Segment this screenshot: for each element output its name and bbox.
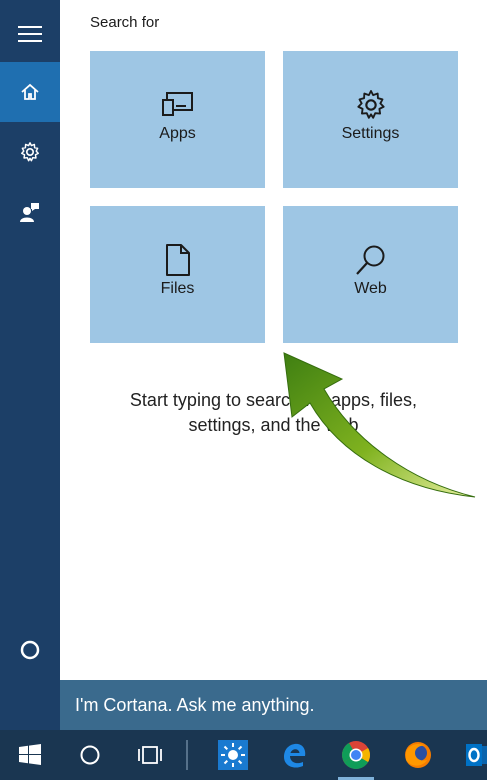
sun-icon (218, 740, 248, 770)
search-box-placeholder: I'm Cortana. Ask me anything. (75, 695, 315, 715)
web-tile-label: Web (354, 280, 387, 297)
home-icon (21, 83, 39, 100)
web-tile[interactable]: Web (283, 206, 458, 343)
edge-button[interactable] (270, 730, 318, 780)
apps-tile-label: Apps (159, 125, 196, 142)
cortana-taskbar-button[interactable] (66, 730, 114, 780)
files-tile-label: Files (160, 280, 195, 297)
taskbar-separator (186, 740, 188, 770)
task-view-icon (138, 746, 162, 764)
task-view-button[interactable] (126, 730, 174, 780)
home-button[interactable] (0, 62, 60, 122)
taskbar (0, 730, 487, 780)
edge-icon (284, 743, 306, 768)
firefox-button[interactable] (394, 730, 442, 780)
files-tile[interactable]: Files (90, 206, 265, 343)
search-for-heading: Search for (90, 14, 160, 31)
apps-icon (161, 92, 193, 116)
gear-icon (21, 142, 39, 162)
cortana-circle-icon (20, 640, 40, 660)
feedback-icon (20, 203, 39, 222)
search-home-panel: Search for Apps Settings Files Web Start… (60, 0, 487, 680)
cortana-circle-icon (80, 745, 100, 765)
weather-app-button[interactable] (209, 730, 257, 780)
chrome-button[interactable] (332, 730, 380, 780)
green-arrow-icon (283, 352, 476, 498)
cortana-button[interactable] (0, 620, 60, 680)
firefox-icon (405, 742, 431, 768)
apps-tile[interactable]: Apps (90, 51, 265, 188)
outlook-button[interactable] (455, 730, 487, 780)
feedback-button[interactable] (0, 182, 60, 242)
cortana-search-box[interactable]: I'm Cortana. Ask me anything. (60, 680, 487, 730)
settings-tile-label: Settings (341, 125, 400, 142)
settings-button[interactable] (0, 122, 60, 182)
outlook-icon (466, 744, 487, 766)
start-button[interactable] (6, 730, 54, 780)
sidebar (0, 0, 60, 730)
settings-tile[interactable]: Settings (283, 51, 458, 188)
windows-logo-icon (19, 744, 41, 765)
chrome-icon (342, 741, 370, 769)
gear-icon (356, 90, 385, 119)
hamburger-menu-icon (18, 26, 42, 42)
search-icon (355, 245, 384, 275)
hamburger-menu-button[interactable] (0, 4, 60, 64)
file-icon (165, 244, 190, 276)
